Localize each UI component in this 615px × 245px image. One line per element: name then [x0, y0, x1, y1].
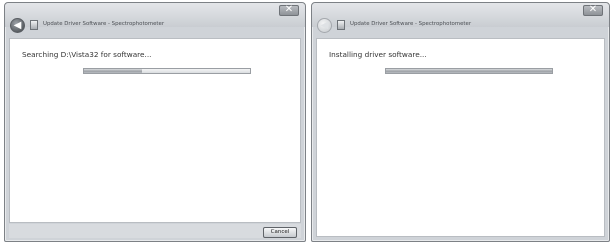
status-text: Installing driver software... — [329, 50, 427, 59]
update-driver-window-searching: ✕ ◀ Update Driver Software - Spectrophot… — [4, 2, 306, 242]
close-button[interactable]: ✕ — [279, 4, 299, 16]
cancel-button[interactable]: Cancel — [263, 227, 297, 238]
device-icon — [30, 20, 38, 30]
update-driver-window-installing: ✕ ◀ Update Driver Software - Spectrophot… — [311, 2, 610, 242]
button-bar: Cancel — [9, 224, 301, 238]
device-icon — [337, 20, 345, 30]
progress-fill — [386, 69, 552, 73]
back-button[interactable]: ◀ — [317, 18, 332, 33]
screenshot-stage: ✕ ◀ Update Driver Software - Spectrophot… — [0, 0, 615, 245]
close-button[interactable]: ✕ — [583, 4, 603, 16]
window-title: Update Driver Software - Spectrophotomet… — [43, 21, 165, 27]
close-icon: ✕ — [588, 4, 598, 15]
back-button[interactable]: ◀ — [10, 18, 25, 33]
progress-bar — [385, 68, 553, 74]
progress-bar — [83, 68, 251, 74]
wizard-content: Installing driver software... — [316, 38, 605, 237]
back-arrow-icon: ◀ — [13, 20, 22, 31]
wizard-content: Searching D:\Vista32 for software... — [9, 38, 301, 223]
window-title: Update Driver Software - Spectrophotomet… — [350, 21, 472, 27]
back-arrow-icon: ◀ — [320, 20, 329, 31]
progress-fill — [84, 69, 143, 73]
close-icon: ✕ — [284, 4, 294, 15]
status-text: Searching D:\Vista32 for software... — [22, 50, 152, 59]
